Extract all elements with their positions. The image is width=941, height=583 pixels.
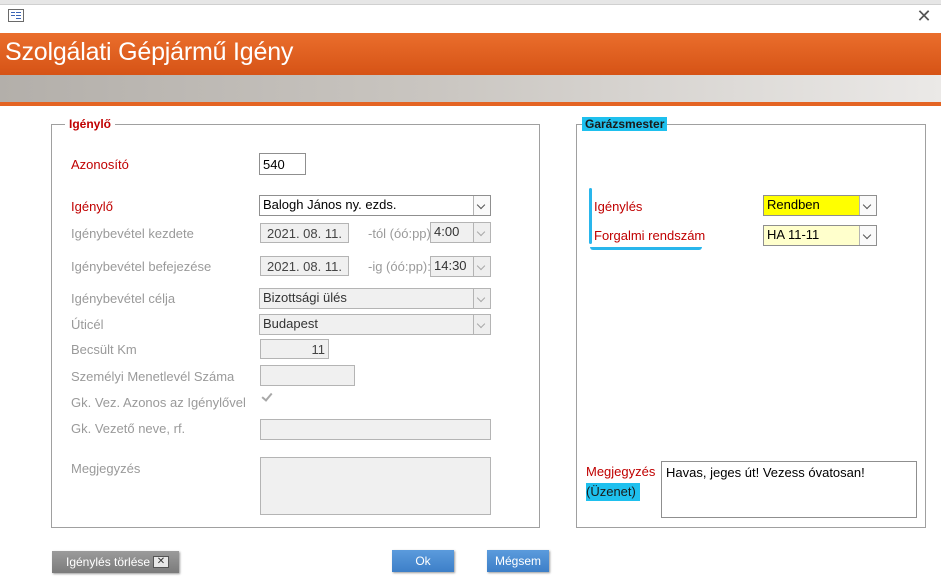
celja-combo[interactable]: Bizottsági ülés (259, 288, 491, 309)
km-label: Becsült Km (71, 342, 137, 357)
kezdete-time-value: 4:00 (434, 224, 460, 239)
kezdete-time-label: -tól (óó:pp): (368, 226, 435, 241)
garazs-megjegyzes-label: Megjegyzés (586, 464, 656, 479)
kezdete-time-combo[interactable]: 4:00 (430, 222, 491, 243)
befejezese-label: Igénybevétel befejezése (71, 259, 212, 274)
befejezese-time-label: -ig (óó:pp): (368, 259, 431, 274)
chevron-down-icon[interactable] (473, 289, 490, 308)
top-strip (0, 0, 941, 5)
uticel-combo[interactable]: Budapest (259, 314, 491, 335)
close-icon[interactable]: ✕ (913, 5, 935, 27)
uticel-label: Úticél (71, 317, 104, 332)
celja-label: Igénybevétel célja (71, 291, 176, 306)
garazs-megjegyzes-field[interactable]: Havas, jeges út! Vezess óvatosan! (661, 461, 917, 518)
befejezese-date-field[interactable]: 2021. 08. 11. (260, 256, 349, 276)
megjegyzes-field[interactable] (260, 457, 491, 515)
rendszam-combo-value: HA 11-11 (767, 227, 820, 242)
uticel-combo-value: Budapest (263, 316, 318, 331)
befejezese-time-value: 14:30 (434, 258, 467, 273)
garazs-megjegyzes-sublabel: (Üzenet) (586, 483, 640, 501)
gk-azonos-checkbox[interactable] (261, 391, 273, 403)
megjegyzes-label: Megjegyzés (71, 461, 141, 476)
gk-nev-label: Gk. Vezető neve, rf. (71, 421, 186, 436)
gk-nev-field[interactable] (260, 419, 491, 440)
gk-azonos-label: Gk. Vez. Azonos az Igénylővel (71, 395, 246, 410)
befejezese-time-combo[interactable]: 14:30 (430, 256, 491, 277)
highlight-underline (590, 247, 702, 250)
azonosito-label: Azonosító (71, 157, 129, 172)
garazsmester-group-legend: Garázsmester (582, 117, 668, 131)
menetlevel-label: Személyi Menetlevél Száma (71, 369, 235, 384)
header-divider (0, 102, 941, 106)
chevron-down-icon[interactable] (859, 196, 876, 215)
chevron-down-icon[interactable] (859, 226, 876, 245)
header-band (0, 75, 941, 102)
igenyles-combo[interactable]: Rendben (763, 195, 877, 216)
chevron-down-icon[interactable] (473, 223, 490, 242)
rendszam-combo[interactable]: HA 11-11 (763, 225, 877, 246)
menetlevel-field[interactable] (260, 365, 355, 386)
rendszam-label: Forgalmi rendszám (594, 228, 706, 243)
ok-button[interactable]: Ok (392, 550, 454, 572)
igenyles-label: Igénylés (594, 199, 643, 214)
kezdete-label: Igénybevétel kezdete (71, 226, 194, 241)
igenylo-group-legend: Igénylő (65, 117, 116, 131)
azonosito-field[interactable]: 540 (259, 153, 306, 175)
chevron-down-icon[interactable] (473, 315, 490, 334)
form-icon (8, 9, 24, 22)
title-bar: Szolgálati Gépjármű Igény (0, 33, 941, 75)
highlight-mark (589, 188, 592, 244)
chevron-down-icon[interactable] (473, 196, 490, 215)
igenylo-label: Igénylő (71, 199, 113, 214)
km-field[interactable]: 11 (260, 339, 329, 359)
igenyles-combo-value: Rendben (767, 197, 820, 212)
page-title: Szolgálati Gépjármű Igény (5, 38, 294, 66)
igenylo-combo-value: Balogh János ny. ezds. (263, 197, 397, 212)
delete-request-button[interactable]: Igénylés törlése ✕ (52, 551, 179, 573)
cancel-button[interactable]: Mégsem (487, 550, 549, 572)
delete-request-label: Igénylés törlése (66, 555, 151, 569)
delete-icon: ✕ (153, 556, 169, 568)
chevron-down-icon[interactable] (473, 257, 490, 276)
kezdete-date-field[interactable]: 2021. 08. 11. (260, 223, 349, 243)
igenylo-combo[interactable]: Balogh János ny. ezds. (259, 195, 491, 216)
celja-combo-value: Bizottsági ülés (263, 290, 347, 305)
